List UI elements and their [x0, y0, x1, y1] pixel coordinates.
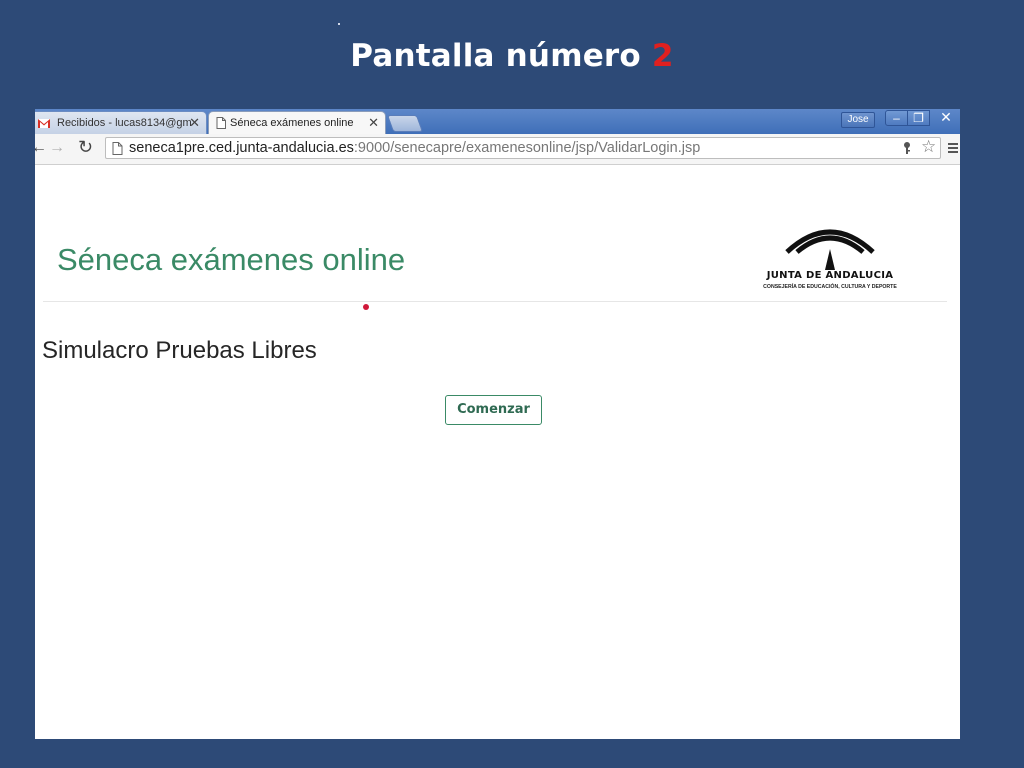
- tab-gmail-label: Recibidos - lucas8134@gm: [57, 117, 192, 129]
- slide-dot: [338, 23, 340, 25]
- new-tab-button[interactable]: [386, 115, 424, 132]
- gmail-icon: [38, 119, 50, 128]
- address-bar[interactable]: seneca1pre.ced.junta-andalucia.es:9000/s…: [105, 137, 941, 159]
- profile-button[interactable]: Jose: [841, 112, 875, 128]
- tab-close-icon[interactable]: ✕: [189, 112, 200, 134]
- header-divider: [43, 301, 947, 302]
- browser-toolbar: ← → ↻ seneca1pre.ced.junta-andalucia.es:…: [35, 134, 960, 165]
- red-dot-marker: [363, 304, 369, 310]
- slide-title-number: 2: [651, 38, 674, 74]
- browser-window: Recibidos - lucas8134@gm ✕ Séneca exámen…: [35, 109, 960, 739]
- menu-icon[interactable]: [948, 143, 958, 155]
- tab-bar: Recibidos - lucas8134@gm ✕ Séneca exámen…: [35, 109, 960, 134]
- tab-seneca[interactable]: Séneca exámenes online ✕: [208, 111, 386, 134]
- back-arrow-icon[interactable]: ←: [35, 139, 47, 157]
- logo-subtitle: CONSEJERÍA DE EDUCACIÓN, CULTURA Y DEPOR…: [763, 284, 897, 290]
- tab-gmail[interactable]: Recibidos - lucas8134@gm ✕: [35, 111, 207, 134]
- slide-title: Pantalla número 2: [0, 38, 1024, 74]
- maximize-button[interactable]: ❐: [908, 110, 930, 126]
- section-title: Simulacro Pruebas Libres: [42, 337, 317, 364]
- page-content: Séneca exámenes online JUNTA DE ANDALUCI…: [35, 165, 960, 739]
- junta-logo-arches-icon: [785, 229, 875, 270]
- forward-arrow-icon[interactable]: →: [49, 139, 65, 157]
- url-path: :9000/senecapre/examenesonline/jsp/Valid…: [353, 140, 701, 156]
- url-host: seneca1pre.ced.junta-andalucia.es: [129, 140, 354, 156]
- tab-seneca-label: Séneca exámenes online: [230, 117, 354, 129]
- start-button[interactable]: Comenzar: [445, 395, 542, 425]
- page-icon: [112, 142, 123, 155]
- url-text: seneca1pre.ced.junta-andalucia.es:9000/s…: [129, 138, 700, 159]
- logo-title: JUNTA DE ANDALUCIA: [766, 270, 894, 281]
- close-window-button[interactable]: ✕: [930, 110, 960, 126]
- minimize-button[interactable]: –: [885, 110, 908, 126]
- key-icon[interactable]: [902, 141, 912, 155]
- junta-andalucia-logo: JUNTA DE ANDALUCIA CONSEJERÍA DE EDUCACI…: [755, 220, 905, 295]
- slide-title-prefix: Pantalla número: [350, 38, 641, 74]
- page-icon: [216, 117, 226, 129]
- tab-close-icon[interactable]: ✕: [368, 112, 379, 134]
- reload-icon[interactable]: ↻: [78, 137, 93, 158]
- page-heading: Séneca exámenes online: [57, 242, 406, 277]
- bookmark-star-icon[interactable]: ☆: [921, 137, 936, 157]
